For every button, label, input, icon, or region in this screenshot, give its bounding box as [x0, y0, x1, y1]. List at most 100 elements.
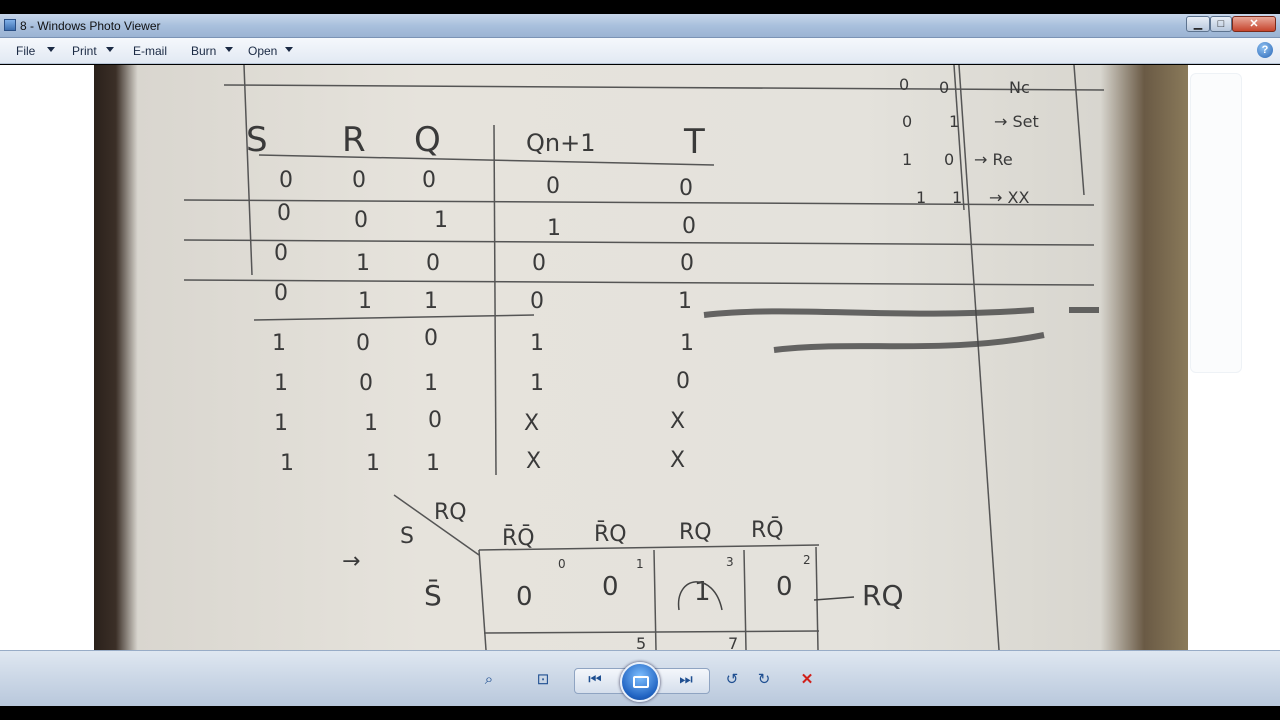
svg-text:1: 1: [274, 411, 288, 436]
scribble: [703, 307, 1099, 353]
header-s: S: [246, 120, 268, 160]
svg-text:0: 0: [602, 572, 619, 602]
menu-print[interactable]: Print: [72, 44, 97, 58]
svg-text:0: 0: [426, 251, 440, 276]
previous-button[interactable]: ⏮: [582, 669, 608, 691]
svg-text:0: 0: [899, 75, 909, 94]
kmap-s-label: S: [400, 524, 414, 549]
svg-text:→ Set: → Set: [994, 112, 1039, 131]
minimize-button[interactable]: ▁: [1186, 16, 1210, 32]
svg-text:1: 1: [364, 411, 378, 436]
svg-text:1: 1: [358, 289, 372, 314]
svg-text:1: 1: [424, 371, 438, 396]
svg-text:0: 0: [277, 201, 291, 226]
bottom-black-strip: [0, 706, 1280, 720]
svg-text:RQ: RQ: [862, 579, 904, 612]
header-qn1: Qn+1: [526, 129, 595, 157]
side-notes: 0 0 Nc 0 1 → Set 1 0 → Re 1 1 → XX: [899, 75, 1039, 207]
svg-text:0: 0: [274, 281, 288, 306]
svg-text:1: 1: [916, 188, 926, 207]
side-panel: [1190, 73, 1242, 373]
title-bar: 8 - Windows Photo Viewer ▁ □ ✕: [0, 14, 1280, 38]
control-bar: ⌕ ⊡ ⏮ ⏭ ↺ ↻ ✕: [0, 650, 1280, 706]
svg-text:1: 1: [356, 251, 370, 276]
table-body: 00000 00110 01000 01101 10011 10110 110X…: [272, 168, 696, 476]
svg-text:0: 0: [356, 331, 370, 356]
svg-text:0: 0: [352, 168, 366, 193]
help-icon[interactable]: ?: [1257, 42, 1273, 58]
svg-text:1: 1: [547, 216, 561, 241]
kmap-rq-label: RQ: [434, 500, 467, 525]
svg-text:0: 0: [359, 371, 373, 396]
slideshow-icon: [633, 676, 649, 688]
actual-size-icon[interactable]: ⊡: [530, 669, 556, 691]
zoom-icon[interactable]: ⌕: [476, 669, 502, 691]
svg-text:1: 1: [680, 331, 694, 356]
menu-bar: File Print E-mail Burn Open ?: [0, 38, 1280, 64]
svg-text:Nc: Nc: [1009, 78, 1030, 97]
maximize-button[interactable]: □: [1210, 16, 1232, 32]
svg-text:→ XX: → XX: [989, 188, 1029, 207]
kmap-labels: RQ S → R̄Q̄ R̄Q RQ RQ̄ S̄ 0 0 1 0 0 1 3 …: [342, 500, 904, 650]
header-t: T: [683, 122, 705, 162]
svg-text:0: 0: [422, 168, 436, 193]
menu-burn[interactable]: Burn: [191, 44, 216, 58]
svg-text:1: 1: [952, 188, 962, 207]
svg-text:0: 0: [902, 112, 912, 131]
top-black-strip: [0, 0, 1280, 14]
notebook-photo[interactable]: S R Q Qn+1 T 00000 00110 01000 01101 100…: [94, 65, 1188, 650]
open-dropdown-arrow-icon[interactable]: [285, 47, 293, 52]
svg-text:X: X: [670, 409, 685, 434]
rotate-counterclockwise-button[interactable]: ↺: [719, 669, 745, 691]
svg-text:X: X: [526, 449, 541, 474]
svg-text:0: 0: [516, 582, 533, 612]
slideshow-button[interactable]: [620, 662, 660, 702]
menu-file[interactable]: File: [16, 44, 35, 58]
file-dropdown-arrow-icon[interactable]: [47, 47, 55, 52]
svg-text:0: 0: [558, 557, 566, 571]
svg-text:1: 1: [530, 371, 544, 396]
svg-text:1: 1: [636, 557, 644, 571]
rotate-clockwise-button[interactable]: ↻: [751, 669, 777, 691]
svg-text:0: 0: [944, 150, 954, 169]
header-q: Q: [414, 120, 441, 160]
svg-text:5: 5: [636, 634, 646, 650]
svg-text:S̄: S̄: [424, 578, 442, 612]
menu-email[interactable]: E-mail: [133, 44, 167, 58]
svg-text:0: 0: [424, 326, 438, 351]
svg-text:→: →: [342, 549, 360, 574]
svg-text:1: 1: [949, 112, 959, 131]
next-button[interactable]: ⏭: [673, 669, 699, 691]
header-r: R: [342, 120, 366, 160]
svg-text:0: 0: [939, 78, 949, 97]
delete-button[interactable]: ✕: [794, 669, 820, 691]
svg-text:0: 0: [776, 572, 793, 602]
svg-text:0: 0: [274, 241, 288, 266]
menu-open[interactable]: Open: [248, 44, 277, 58]
svg-text:1: 1: [902, 150, 912, 169]
table-lines: [183, 65, 1105, 650]
notebook-photo-drawing: S R Q Qn+1 T 00000 00110 01000 01101 100…: [183, 65, 1105, 650]
svg-text:1: 1: [530, 331, 544, 356]
svg-text:1: 1: [272, 331, 286, 356]
svg-text:R̄Q: R̄Q: [594, 521, 627, 547]
svg-text:0: 0: [279, 168, 293, 193]
svg-text:0: 0: [546, 174, 560, 199]
burn-dropdown-arrow-icon[interactable]: [225, 47, 233, 52]
window-title: 8 - Windows Photo Viewer: [20, 19, 161, 33]
svg-text:0: 0: [532, 251, 546, 276]
svg-text:0: 0: [676, 369, 690, 394]
image-viewer-area[interactable]: S R Q Qn+1 T 00000 00110 01000 01101 100…: [0, 65, 1280, 650]
svg-text:1: 1: [280, 451, 294, 476]
svg-text:3: 3: [726, 555, 734, 569]
svg-text:X: X: [524, 411, 539, 436]
svg-text:1: 1: [274, 371, 288, 396]
svg-text:X: X: [670, 448, 685, 473]
print-dropdown-arrow-icon[interactable]: [106, 47, 114, 52]
svg-text:R̄Q̄: R̄Q̄: [502, 525, 535, 551]
close-button[interactable]: ✕: [1232, 16, 1276, 32]
svg-text:7: 7: [728, 634, 738, 650]
svg-text:1: 1: [434, 208, 448, 233]
svg-text:1: 1: [426, 451, 440, 476]
svg-text:0: 0: [680, 251, 694, 276]
